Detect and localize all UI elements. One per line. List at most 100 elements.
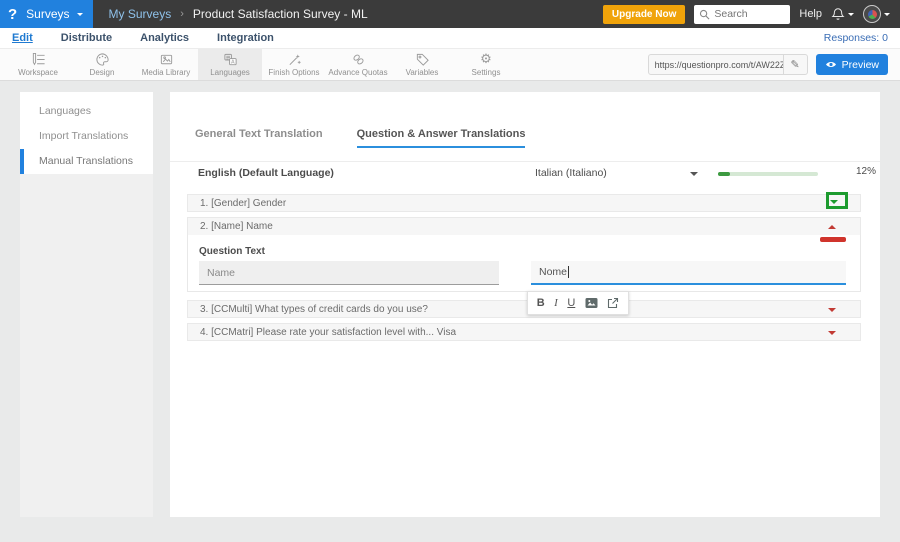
question-label: 4. [CCMatri] Please rate your satisfacti… <box>200 326 457 338</box>
responses-count[interactable]: Responses: 0 <box>824 32 888 44</box>
target-language-select[interactable]: Italian (Italiano) <box>535 167 607 179</box>
preview-button[interactable]: Preview <box>815 54 888 75</box>
question-row-name[interactable]: 2. [Name] Name <box>187 217 861 242</box>
search-input[interactable] <box>714 8 785 20</box>
question-label: 1. [Gender] Gender <box>200 197 287 209</box>
question-row-gender[interactable]: 1. [Gender] Gender <box>187 192 861 212</box>
tool-variables[interactable]: Variables <box>390 49 454 80</box>
chevron-down-icon <box>848 12 854 16</box>
menu-analytics[interactable]: Analytics <box>140 32 189 44</box>
tool-finish-options[interactable]: Finish Options <box>262 49 326 80</box>
sidebar-filler <box>20 174 153 517</box>
tag-icon <box>415 52 430 67</box>
tool-label: Variables <box>405 68 439 77</box>
question-label: 3. [CCMulti] What types of credit cards … <box>200 303 428 315</box>
survey-url: https://questionpro.com/t/AW22Zd1S1 <box>654 59 783 70</box>
format-toolbar: B I U <box>527 291 629 315</box>
preview-label: Preview <box>841 58 879 71</box>
tool-languages[interactable]: A Languages <box>198 49 262 80</box>
bold-button[interactable]: B <box>537 297 545 309</box>
translate-icon: A <box>223 52 238 67</box>
underline-button[interactable]: U <box>567 297 575 309</box>
top-header: ? Surveys My Surveys › Product Satisfact… <box>0 0 900 28</box>
tool-media-library[interactable]: Media Library <box>134 49 198 80</box>
account-menu[interactable] <box>863 5 890 23</box>
gear-icon: ⚙ <box>480 52 492 67</box>
tool-settings[interactable]: ⚙ Settings <box>454 49 518 80</box>
notifications-button[interactable] <box>831 7 854 21</box>
external-link-button[interactable] <box>607 297 619 309</box>
tool-label: Languages <box>210 68 250 77</box>
workspace-icon <box>31 52 46 67</box>
menu-integration[interactable]: Integration <box>217 32 274 44</box>
edit-url-button[interactable]: ✎ <box>782 55 807 74</box>
annotation-highlight-box <box>826 192 848 209</box>
breadcrumb-separator: › <box>180 8 184 20</box>
product-label: Surveys <box>26 7 70 21</box>
palette-icon <box>95 52 110 67</box>
expand-caret-icon[interactable] <box>830 200 838 204</box>
tool-design[interactable]: Design <box>70 49 134 80</box>
question-label: 2. [Name] Name <box>200 221 273 232</box>
breadcrumb-my-surveys[interactable]: My Surveys <box>109 7 172 21</box>
translations-sidebar: Languages Import Translations Manual Tra… <box>20 92 153 517</box>
tool-workspace[interactable]: Workspace <box>6 49 70 80</box>
text-cursor <box>568 266 570 278</box>
header-actions: Upgrade Now Help <box>602 4 900 24</box>
progress-fill <box>718 172 730 176</box>
source-text-input[interactable] <box>199 261 499 285</box>
sidebar-item-import-translations[interactable]: Import Translations <box>20 124 153 149</box>
tool-advance-quotas[interactable]: Advance Quotas <box>326 49 390 80</box>
edit-toolbar: Workspace Design Media Library A Languag… <box>0 48 900 81</box>
tool-label: Settings <box>471 68 501 77</box>
sidebar-item-manual-translations[interactable]: Manual Translations <box>20 149 153 174</box>
menu-distribute[interactable]: Distribute <box>61 32 112 44</box>
chevron-down-icon <box>76 12 83 16</box>
question-row-ccmatri[interactable]: 4. [CCMatri] Please rate your satisfacti… <box>187 323 861 341</box>
tab-question-answer-translations[interactable]: Question & Answer Translations <box>356 128 526 148</box>
bell-icon <box>831 7 845 21</box>
tool-label: Advance Quotas <box>328 68 388 77</box>
chevron-down-icon[interactable] <box>690 172 698 176</box>
chevron-down-icon <box>884 12 890 16</box>
question-row-ccmulti[interactable]: 3. [CCMulti] What types of credit cards … <box>187 300 861 318</box>
eye-icon <box>825 60 837 69</box>
collapse-caret-icon[interactable] <box>828 225 836 229</box>
questionpro-logo: ? <box>8 5 18 23</box>
source-language-label: English (Default Language) <box>198 167 334 179</box>
progress-percent-label: 12% <box>856 166 877 177</box>
translation-tabs: General Text Translation Question & Answ… <box>195 128 526 148</box>
image-icon <box>585 298 598 308</box>
help-link[interactable]: Help <box>799 8 822 20</box>
page-title: Product Satisfaction Survey - ML <box>192 7 368 21</box>
question-text-label: Question Text <box>199 246 265 257</box>
divider <box>170 161 880 162</box>
surveys-product-menu[interactable]: ? Surveys <box>0 0 93 28</box>
question-editor-panel: Question Text Nome <box>187 235 861 292</box>
translation-progress-bar <box>718 172 818 176</box>
annotation-red-underline <box>820 237 846 242</box>
search-icon <box>699 9 710 20</box>
expand-caret-icon[interactable] <box>828 331 836 335</box>
breadcrumb: My Surveys › Product Satisfaction Survey… <box>109 7 368 21</box>
search-box[interactable] <box>694 4 791 24</box>
external-link-icon <box>608 297 619 309</box>
translation-value: Nome <box>539 266 568 278</box>
magic-wand-icon <box>287 52 302 67</box>
manual-translations-panel: General Text Translation Question & Answ… <box>170 92 880 517</box>
italic-button[interactable]: I <box>554 297 558 309</box>
survey-url-box: https://questionpro.com/t/AW22Zd1S1 ✎ <box>647 54 808 75</box>
tool-label: Media Library <box>141 68 191 77</box>
tool-label: Design <box>89 68 115 77</box>
menu-edit[interactable]: Edit <box>12 32 33 44</box>
translation-text-input[interactable]: Nome <box>531 261 846 285</box>
upgrade-button[interactable]: Upgrade Now <box>602 4 686 24</box>
main-menu: Edit Distribute Analytics Integration Re… <box>0 28 900 48</box>
chain-links-icon <box>351 52 366 67</box>
tool-label: Workspace <box>18 68 58 77</box>
sidebar-item-languages[interactable]: Languages <box>20 99 153 124</box>
insert-image-button[interactable] <box>585 297 598 309</box>
tab-general-text-translation[interactable]: General Text Translation <box>195 128 323 148</box>
image-icon <box>159 52 174 67</box>
expand-caret-icon[interactable] <box>828 308 836 312</box>
